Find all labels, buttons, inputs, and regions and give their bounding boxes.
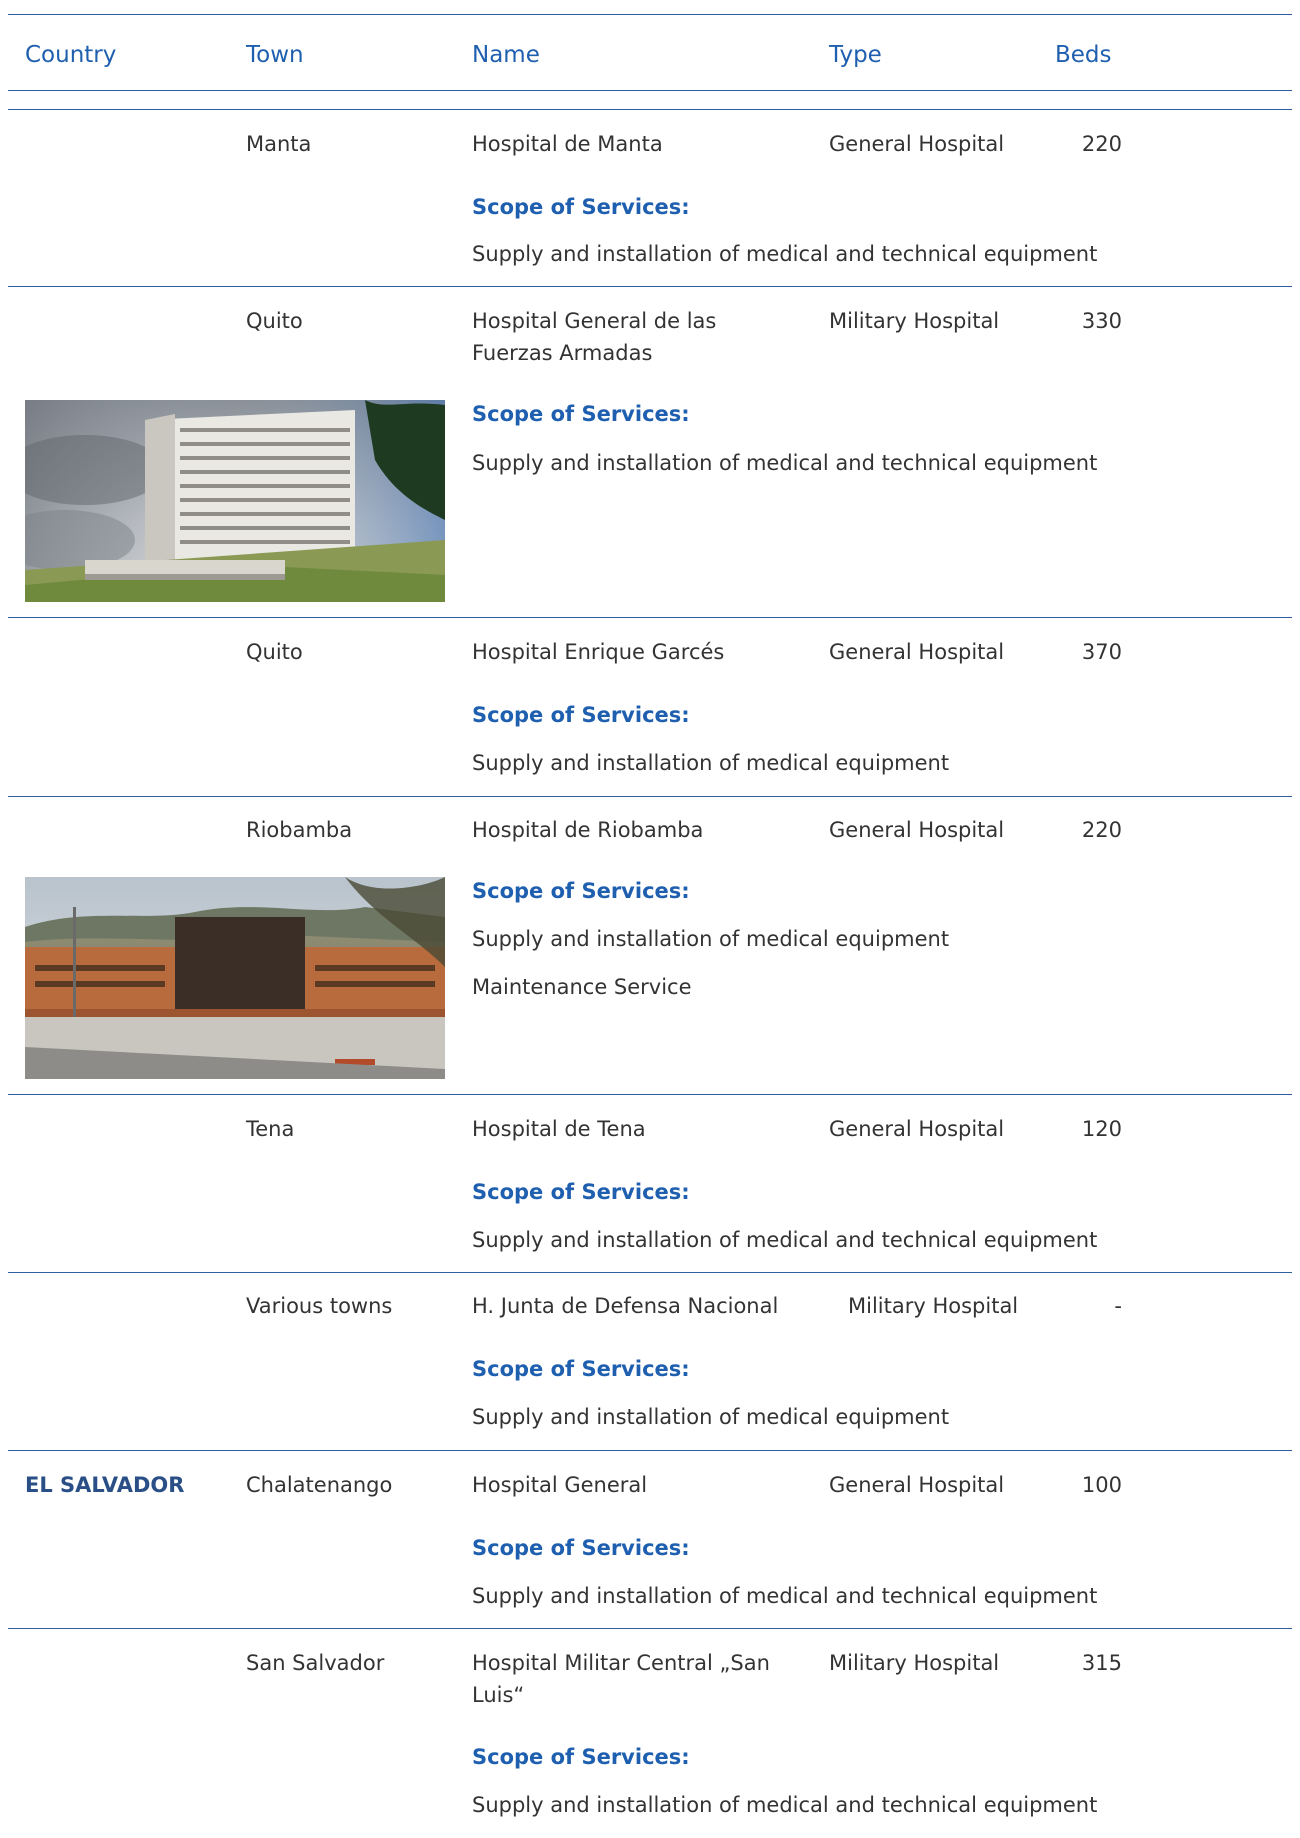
service-item: Supply and installation of medical equip… <box>472 1405 950 1429</box>
hospital-photo-riobamba <box>25 877 445 1079</box>
header-country: Country <box>25 42 117 68</box>
scope-label: Scope of Services: <box>472 195 690 219</box>
hospital-photo-quito <box>25 400 445 602</box>
row-rule <box>8 286 1292 287</box>
row-town: Tena <box>246 1117 295 1141</box>
service-item: Maintenance Service <box>472 975 692 999</box>
scope-label: Scope of Services: <box>472 879 690 903</box>
scope-label: Scope of Services: <box>472 1536 690 1560</box>
row-town: Various towns <box>246 1294 393 1318</box>
row-name: Hospital de Riobamba <box>472 818 704 842</box>
row-beds: 220 <box>1081 818 1122 842</box>
header-type: Type <box>829 42 882 68</box>
row-type: General Hospital <box>829 132 1005 156</box>
row-town: Riobamba <box>246 818 353 842</box>
header-top-rule <box>8 14 1292 15</box>
header-name: Name <box>472 42 540 68</box>
row-name: H. Junta de Defensa Nacional <box>472 1294 779 1318</box>
scope-label: Scope of Services: <box>472 1180 690 1204</box>
service-item: Supply and installation of medical and t… <box>472 242 1098 266</box>
row-rule <box>8 1272 1292 1273</box>
row-rule <box>8 617 1292 618</box>
row-type: Military Hospital <box>829 309 1000 333</box>
row-name: Hospital Enrique Garcés <box>472 640 725 664</box>
service-item: Supply and installation of medical and t… <box>472 1584 1098 1608</box>
row-beds: 315 <box>1081 1651 1122 1675</box>
scope-label: Scope of Services: <box>472 1745 690 1769</box>
header-bottom-rule <box>8 90 1292 91</box>
row-type: General Hospital <box>829 1473 1005 1497</box>
header-town: Town <box>246 42 304 68</box>
row-type: Military Hospital <box>829 1651 1000 1675</box>
row-rule <box>8 796 1292 797</box>
row-beds: 220 <box>1081 132 1122 156</box>
scope-label: Scope of Services: <box>472 703 690 727</box>
row-beds: 330 <box>1081 309 1122 333</box>
row-type: Military Hospital <box>848 1294 1019 1318</box>
service-item: Supply and installation of medical and t… <box>472 451 1098 475</box>
row-name: Hospital de Tena <box>472 1117 646 1141</box>
row-beds: 120 <box>1081 1117 1122 1141</box>
row-country: EL SALVADOR <box>25 1473 185 1497</box>
row-beds: - <box>1114 1294 1122 1318</box>
header-beds: Beds <box>1055 42 1112 68</box>
row-town: Chalatenango <box>246 1473 393 1497</box>
row-rule <box>8 109 1292 110</box>
service-item: Supply and installation of medical and t… <box>472 1228 1098 1252</box>
row-town: Manta <box>246 132 312 156</box>
row-name: Hospital General de las Fuerzas Armadas <box>472 309 717 365</box>
row-rule <box>8 1450 1292 1451</box>
row-town: Quito <box>246 309 303 333</box>
row-name: Hospital Militar Central „San Luis“ <box>472 1651 770 1707</box>
row-name: Hospital General <box>472 1473 648 1497</box>
row-type: General Hospital <box>829 640 1005 664</box>
service-item: Supply and installation of medical and t… <box>472 1793 1098 1817</box>
row-town: Quito <box>246 640 303 664</box>
row-name: Hospital de Manta <box>472 132 663 156</box>
row-beds: 370 <box>1081 640 1122 664</box>
row-town: San Salvador <box>246 1651 385 1675</box>
row-rule <box>8 1094 1292 1095</box>
scope-label: Scope of Services: <box>472 1357 690 1381</box>
row-type: General Hospital <box>829 818 1005 842</box>
row-rule <box>8 1628 1292 1629</box>
scope-label: Scope of Services: <box>472 402 690 426</box>
service-item: Supply and installation of medical equip… <box>472 751 950 775</box>
row-beds: 100 <box>1081 1473 1122 1497</box>
row-type: General Hospital <box>829 1117 1005 1141</box>
service-item: Supply and installation of medical equip… <box>472 927 950 951</box>
